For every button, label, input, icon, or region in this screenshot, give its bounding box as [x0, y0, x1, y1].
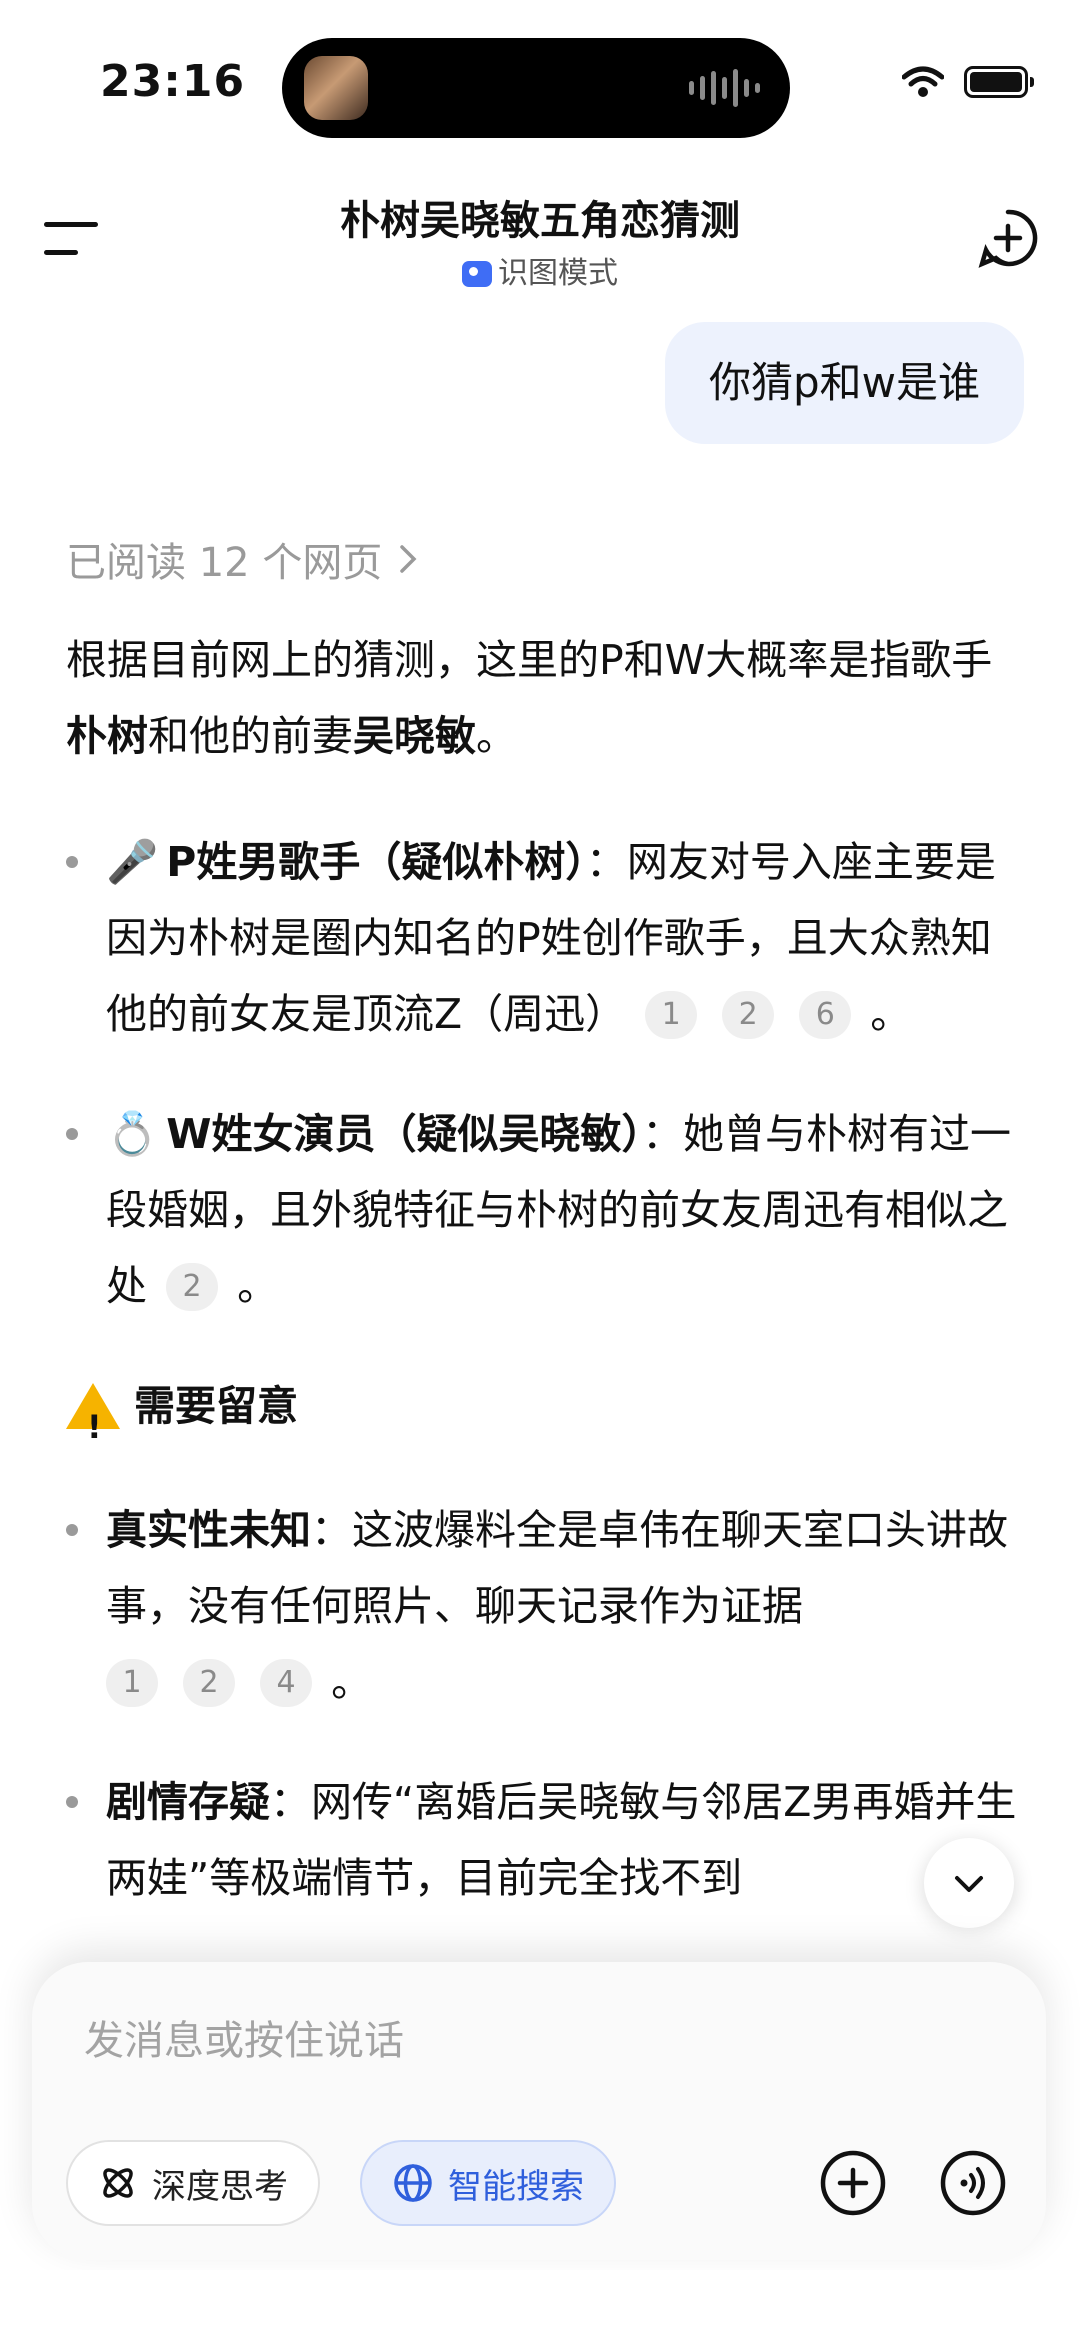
bottom-safe-area — [0, 2270, 1080, 2348]
read-pages-label: 已阅读 12 个网页 — [66, 540, 383, 586]
citation-badge[interactable]: 4 — [260, 1659, 313, 1707]
new-chat-button[interactable] — [978, 208, 1038, 268]
now-playing-artwork — [304, 56, 368, 120]
deep-think-button[interactable]: 深度思考 — [66, 2140, 320, 2226]
read-pages-link[interactable]: 已阅读 12 个网页 — [66, 530, 418, 588]
add-attachment-button[interactable] — [812, 2142, 894, 2224]
message-composer: 发消息或按住说话 深度思考 智能搜索 — [32, 1962, 1046, 2260]
chat-screen: 23:16 朴树吴晓敏五角恋猜测 识图模式 你猜p和w是谁 已阅读 12 个网页 — [0, 0, 1080, 2348]
answer-intro: 根据目前网上的猜测，这里的P和W大概率是指歌手朴树和他的前妻吴晓敏。 — [66, 636, 993, 760]
warning-icon — [66, 1383, 120, 1465]
message-input[interactable]: 发消息或按住说话 — [84, 2008, 404, 2066]
warning-heading: 需要留意 — [66, 1368, 1026, 1465]
globe-icon — [394, 2164, 432, 2202]
smart-search-button[interactable]: 智能搜索 — [360, 2140, 616, 2226]
chat-title[interactable]: 朴树吴晓敏五角恋猜测 — [0, 188, 1080, 246]
microphone-icon: 🎤 — [106, 837, 159, 886]
voice-call-button[interactable] — [932, 2142, 1014, 2224]
guess-list: 🎤 P姓男歌手（疑似朴树）：网友对号入座主要是因为朴树是圈内知名的P姓创作歌手，且… — [66, 824, 1026, 1324]
mode-indicator: 识图模式 — [0, 248, 1080, 292]
atom-icon — [103, 2168, 133, 2198]
image-mode-icon — [462, 261, 492, 287]
citation-badge[interactable]: 2 — [722, 991, 775, 1039]
citation-badge[interactable]: 1 — [645, 991, 698, 1039]
citation-badge[interactable]: 1 — [106, 1659, 158, 1707]
user-message-bubble[interactable]: 你猜p和w是谁 — [664, 322, 1024, 444]
citation-badge[interactable]: 2 — [183, 1659, 236, 1707]
notes-list: 真实性未知：这波爆料全是卓伟在聊天室口头讲故事，没有任何照片、聊天记录作为证据 … — [66, 1492, 1026, 1916]
list-item: 🎤 P姓男歌手（疑似朴树）：网友对号入座主要是因为朴树是圈内知名的P姓创作歌手，且… — [66, 824, 1026, 1052]
list-item: 💍 W姓女演员（疑似吴晓敏）：她曾与朴树有过一段婚姻，且外貌特征与朴树的前女友周迅… — [66, 1096, 1026, 1324]
assistant-answer: 根据目前网上的猜测，这里的P和W大概率是指歌手朴树和他的前妻吴晓敏。 🎤 P姓男歌… — [66, 622, 1026, 1960]
ring-icon: 💍 — [106, 1109, 159, 1158]
status-time: 23:16 — [100, 56, 246, 107]
chevron-right-icon — [400, 545, 417, 573]
citation-badge[interactable]: 2 — [166, 1263, 219, 1311]
smart-search-label: 智能搜索 — [448, 2166, 584, 2207]
status-indicators — [902, 66, 1034, 98]
list-item: 真实性未知：这波爆料全是卓伟在聊天室口头讲故事，没有任何照片、聊天记录作为证据 … — [66, 1492, 1026, 1720]
wifi-icon — [902, 66, 944, 97]
dynamic-island[interactable] — [282, 38, 790, 138]
deep-think-label: 深度思考 — [152, 2166, 288, 2207]
battery-icon — [964, 66, 1034, 98]
list-item: 剧情存疑：网传“离婚后吴晓敏与邻居Z男再婚并生两娃”等极端情节，目前完全找不到 — [66, 1764, 1026, 1916]
citation-badge[interactable]: 6 — [799, 991, 852, 1039]
mode-label: 识图模式 — [498, 256, 618, 291]
audio-wave-icon — [689, 68, 760, 108]
